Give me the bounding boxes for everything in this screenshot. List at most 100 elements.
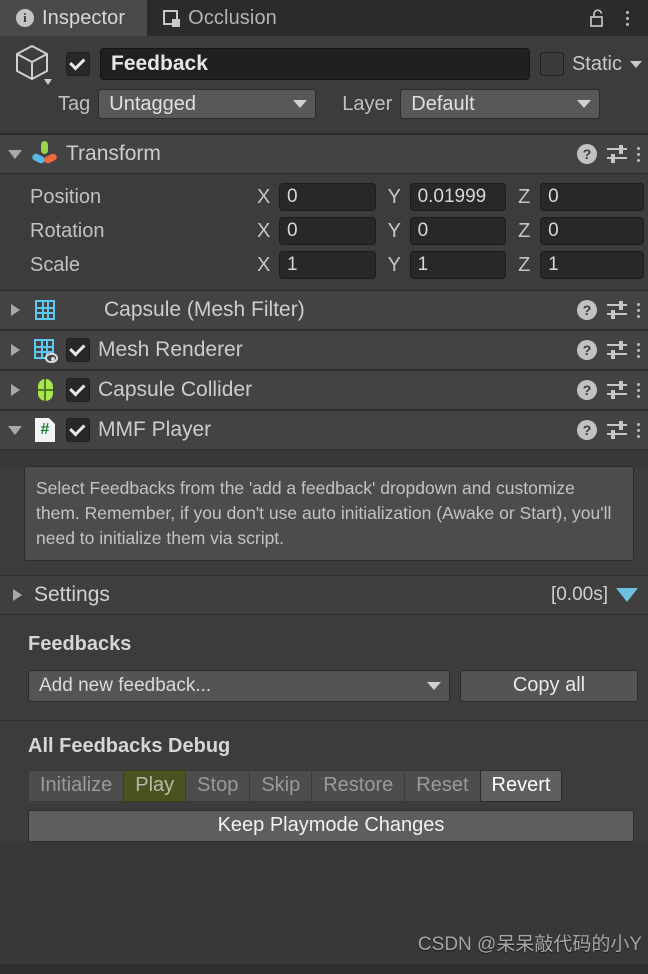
chevron-down-icon <box>427 681 441 690</box>
play-label: Play <box>135 774 175 797</box>
position-axis-x-label: X <box>257 185 271 208</box>
gameobject-name-row: Feedback Static <box>0 36 648 87</box>
stop-button[interactable]: Stop <box>185 769 250 802</box>
add-new-feedback-label: Add new feedback... <box>39 674 212 696</box>
static-checkbox[interactable] <box>539 52 564 76</box>
mmf-player-body: Select Feedbacks from the 'add a feedbac… <box>0 466 648 842</box>
position-y-field[interactable]: 0.01999 <box>409 183 507 211</box>
component-header-mmf-player[interactable]: # MMF Player ? <box>0 410 648 450</box>
preset-icon[interactable] <box>607 301 627 319</box>
rotation-axis-y-label: Y <box>387 219 401 242</box>
transform-title: Transform <box>66 142 161 165</box>
settings-label: Settings <box>34 582 110 606</box>
rotation-z-field[interactable]: 0 <box>540 217 644 245</box>
mmf-player-enabled-checkbox[interactable] <box>66 418 90 442</box>
tab-bar-spacer <box>298 0 584 36</box>
unlocked-padlock-icon[interactable] <box>584 3 610 33</box>
play-button[interactable]: Play <box>123 769 186 802</box>
layer-dropdown[interactable]: Default <box>400 89 601 119</box>
settings-foldout-toggle[interactable] <box>8 588 26 601</box>
scale-axis-z-label: Z <box>518 253 531 276</box>
initialize-button[interactable]: Initialize <box>28 769 124 802</box>
stop-label: Stop <box>197 774 239 797</box>
tab-occlusion[interactable]: Occlusion <box>147 0 299 36</box>
settings-foldout-row[interactable]: Settings [0.00s] <box>0 574 648 615</box>
tag-dropdown[interactable]: Untagged <box>98 89 317 119</box>
cube-svg <box>16 44 52 85</box>
reset-button[interactable]: Reset <box>404 769 480 802</box>
revert-button[interactable]: Revert <box>479 769 563 802</box>
debug-button-row: Initialize Play Stop Skip Restore Reset … <box>0 758 648 802</box>
help-icon[interactable]: ? <box>577 380 597 400</box>
component-header-mesh-filter[interactable]: Capsule (Mesh Filter) ? <box>0 290 648 330</box>
mesh-filter-icon <box>32 297 58 323</box>
add-new-feedback-dropdown[interactable]: Add new feedback... <box>28 669 450 702</box>
help-icon[interactable]: ? <box>577 300 597 320</box>
restore-label: Restore <box>323 774 394 797</box>
component-header-transform[interactable]: Transform ? <box>0 134 648 174</box>
static-chevron-down-icon[interactable] <box>630 60 642 68</box>
mmf-player-foldout-toggle[interactable] <box>6 425 24 435</box>
help-icon[interactable]: ? <box>577 340 597 360</box>
tab-inspector[interactable]: i Inspector <box>0 0 148 36</box>
help-icon[interactable]: ? <box>577 420 597 440</box>
gameobject-name-value: Feedback <box>111 52 208 75</box>
skip-button[interactable]: Skip <box>249 769 312 802</box>
preset-icon[interactable] <box>607 421 627 439</box>
mesh-renderer-icon <box>32 337 58 363</box>
scale-label: Scale <box>30 253 81 276</box>
mesh-renderer-title: Mesh Renderer <box>98 338 243 361</box>
rotation-x-field[interactable]: 0 <box>279 217 376 245</box>
tag-layer-row: Tag Untagged Layer Default <box>0 84 648 124</box>
mmf-player-kebab-menu-icon[interactable] <box>637 422 640 438</box>
preset-icon[interactable] <box>607 381 627 399</box>
capsule-collider-kebab-menu-icon[interactable] <box>637 382 640 398</box>
position-z-field[interactable]: 0 <box>540 183 644 211</box>
keep-playmode-changes-button[interactable]: Keep Playmode Changes <box>28 809 634 842</box>
capsule-collider-foldout-toggle[interactable] <box>6 384 24 396</box>
transform-kebab-menu-icon[interactable] <box>637 146 640 162</box>
mesh-renderer-foldout-toggle[interactable] <box>6 344 24 356</box>
preset-icon[interactable] <box>607 341 627 359</box>
scale-x-field[interactable]: 1 <box>279 251 376 279</box>
component-header-mesh-renderer[interactable]: Mesh Renderer ? <box>0 330 648 370</box>
inspector-window: i Inspector Occlusion Feedback Static Ta… <box>0 0 648 974</box>
transform-foldout-toggle[interactable] <box>6 149 24 159</box>
gameobject-enabled-checkbox[interactable] <box>66 52 90 76</box>
restore-button[interactable]: Restore <box>311 769 405 802</box>
debug-section-title: All Feedbacks Debug <box>28 734 231 757</box>
scale-z-field[interactable]: 1 <box>540 251 644 279</box>
scale-axis-x-label: X <box>257 253 271 276</box>
position-z-value: 0 <box>548 186 559 207</box>
play-direction-icon[interactable] <box>616 587 638 602</box>
preset-icon[interactable] <box>607 145 627 163</box>
keep-playmode-changes-label: Keep Playmode Changes <box>217 814 445 837</box>
help-icon[interactable]: ? <box>577 144 597 164</box>
info-icon: i <box>16 9 34 27</box>
copy-all-button[interactable]: Copy all <box>460 669 638 702</box>
rotation-label: Rotation <box>30 219 105 242</box>
cube-icon[interactable] <box>10 41 56 87</box>
chevron-down-icon <box>577 100 592 108</box>
tab-bar-tools <box>584 0 648 36</box>
mesh-filter-foldout-toggle[interactable] <box>6 304 24 316</box>
capsule-collider-icon <box>32 377 58 403</box>
static-label: Static <box>571 52 622 75</box>
capsule-collider-enabled-checkbox[interactable] <box>66 378 90 402</box>
gizmo-axes <box>31 141 58 167</box>
mesh-filter-kebab-menu-icon[interactable] <box>637 302 640 318</box>
gameobject-name-field[interactable]: Feedback <box>100 48 530 80</box>
axis-y <box>41 141 48 154</box>
rotation-axis-z-label: Z <box>518 219 531 242</box>
mesh-renderer-enabled-checkbox[interactable] <box>66 338 90 362</box>
mesh-renderer-tools: ? <box>577 340 640 360</box>
transform-gizmo-icon <box>31 141 58 167</box>
kebab-menu-icon[interactable] <box>614 3 640 33</box>
scale-y-field[interactable]: 1 <box>409 251 507 279</box>
mesh-renderer-kebab-menu-icon[interactable] <box>637 342 640 358</box>
chevron-down-icon <box>293 100 308 108</box>
component-header-capsule-collider[interactable]: Capsule Collider ? <box>0 370 648 410</box>
position-x-field[interactable]: 0 <box>279 183 376 211</box>
transform-body: Position X 0 Y 0.01999 Z 0 Rotation X 0 … <box>0 174 648 290</box>
rotation-y-field[interactable]: 0 <box>409 217 507 245</box>
